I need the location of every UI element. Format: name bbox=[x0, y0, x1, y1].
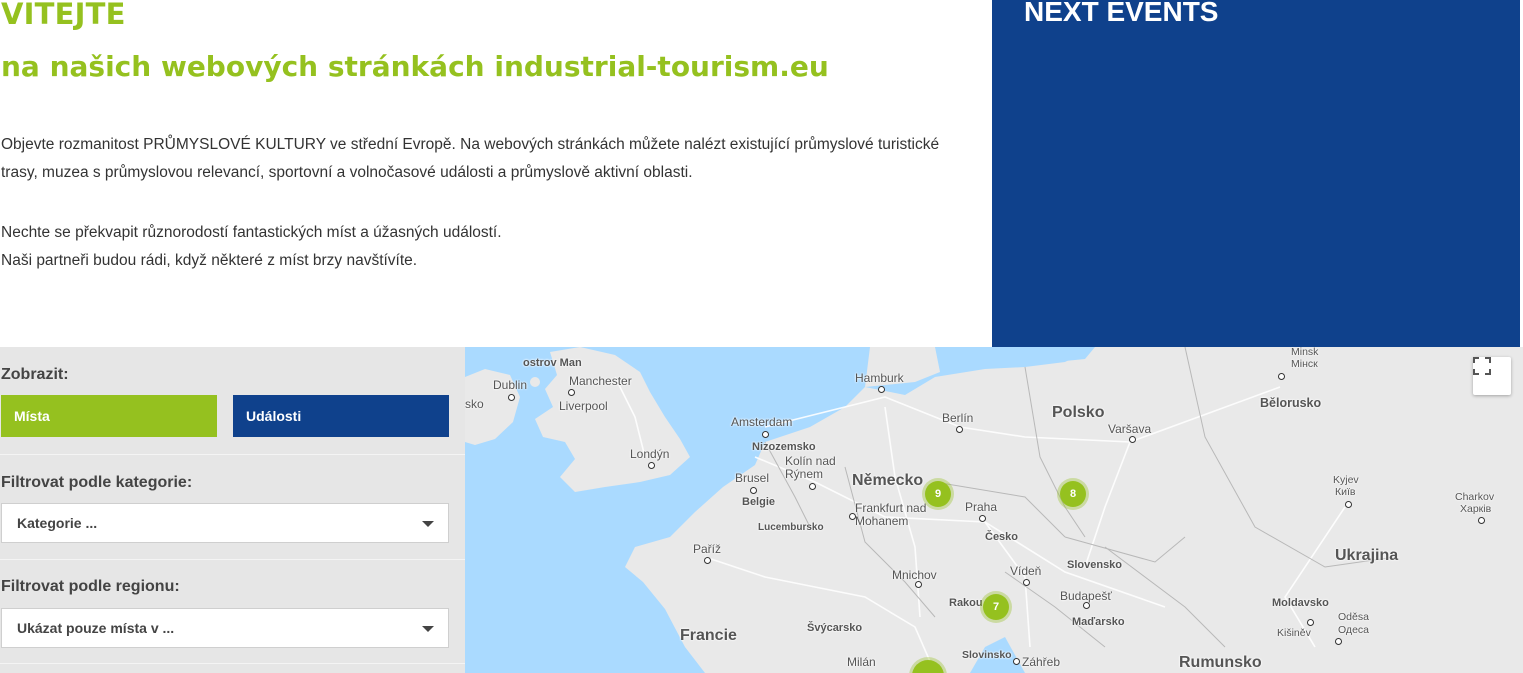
map-label-londyn: Londýn bbox=[630, 447, 670, 461]
events-button[interactable]: Události bbox=[233, 395, 449, 437]
cluster-marker-germany[interactable]: 9 bbox=[925, 481, 951, 507]
city-marker-icon bbox=[1335, 638, 1342, 645]
region-select-value: Ukázat pouze místa v ... bbox=[17, 620, 175, 636]
map-label-viden: Vídeň bbox=[1010, 564, 1042, 578]
map-label-moldavsko: Moldavsko bbox=[1272, 597, 1329, 609]
city-marker-icon bbox=[648, 462, 655, 469]
intro-section: VITEJTE na našich webových stránkách ind… bbox=[0, 0, 990, 347]
fullscreen-button[interactable] bbox=[1473, 357, 1511, 395]
welcome-subtitle: na našich webových stránkách industrial-… bbox=[1, 50, 829, 83]
map-label-belgie: Belgie bbox=[742, 496, 776, 508]
city-marker-icon bbox=[1307, 619, 1314, 626]
category-select[interactable]: Kategorie ... bbox=[1, 503, 449, 543]
map-label-nemecko: Německo bbox=[852, 472, 924, 489]
intro-line-2: Naši partneři budou rádi, když některé z… bbox=[1, 252, 418, 269]
city-marker-icon bbox=[704, 557, 711, 564]
city-marker-icon bbox=[750, 487, 757, 494]
map-label-francie: Francie bbox=[680, 627, 737, 644]
city-marker-icon bbox=[1083, 602, 1090, 609]
map-label-charkov-local: Харків bbox=[1460, 503, 1492, 515]
city-marker-icon bbox=[915, 581, 922, 588]
map-label-lucembursko: Lucembursko bbox=[758, 522, 824, 533]
map-label-hamburk: Hamburk bbox=[855, 371, 904, 385]
map-label-rumunsko: Rumunsko bbox=[1179, 654, 1262, 671]
city-marker-icon bbox=[849, 513, 856, 520]
map-label-milan: Milán bbox=[847, 655, 876, 669]
map-label-slovensko: Slovensko bbox=[1067, 559, 1123, 571]
divider bbox=[0, 663, 465, 664]
map-label-slovinsko: Slovinsko bbox=[962, 649, 1012, 661]
map-label-kolin: Kolín nad Rýnem bbox=[785, 454, 836, 481]
city-marker-icon bbox=[1278, 373, 1285, 380]
intro-line-1: Nechte se překvapit různorodostí fantast… bbox=[1, 224, 502, 241]
map-label-rakousko: Rakou bbox=[949, 597, 983, 609]
map-label-mnichov: Mnichov bbox=[892, 568, 937, 582]
next-events-title: NEXT EVENTS bbox=[1024, 0, 1219, 27]
chevron-down-icon bbox=[422, 521, 434, 527]
map-label-ostrov-man: ostrov Man bbox=[523, 357, 582, 369]
map-label-liverpool: Liverpool bbox=[559, 399, 608, 413]
map-label-kisinev: Kišiněv bbox=[1277, 627, 1311, 639]
category-filter-label: Filtrovat podle kategorie: bbox=[1, 474, 193, 491]
welcome-title: VITEJTE bbox=[1, 0, 126, 31]
map-label-amsterdam: Amsterdam bbox=[731, 415, 793, 429]
city-marker-icon bbox=[979, 515, 986, 522]
cluster-marker-poland[interactable]: 8 bbox=[1060, 481, 1086, 507]
city-marker-icon bbox=[568, 389, 575, 396]
map-label-berlin: Berlín bbox=[942, 411, 974, 425]
city-marker-icon bbox=[1013, 658, 1020, 665]
map-label-kyjev-local: Київ bbox=[1335, 486, 1356, 498]
map-label-manchester: Manchester bbox=[569, 374, 632, 388]
map-label-cesko: Česko bbox=[985, 531, 1019, 543]
map-label-nizozemsko: Nizozemsko bbox=[752, 441, 816, 453]
map-label-belorusko: Bělorusko bbox=[1260, 396, 1322, 410]
intro-paragraph-2: Nechte se překvapit různorodostí fantast… bbox=[1, 219, 961, 275]
map-label-odesa-local: Одеса bbox=[1338, 624, 1369, 636]
city-marker-icon bbox=[809, 483, 816, 490]
map-label-brusel: Brusel bbox=[735, 471, 770, 485]
divider bbox=[0, 454, 465, 455]
city-marker-icon bbox=[956, 426, 963, 433]
map-label-ukrajina: Ukrajina bbox=[1335, 547, 1399, 564]
map-label-zahreb: Záhřeb bbox=[1022, 655, 1061, 669]
fullscreen-icon bbox=[1473, 357, 1491, 375]
divider bbox=[0, 559, 465, 560]
map-label-madarsko: Maďarsko bbox=[1072, 616, 1125, 628]
map-label-polsko: Polsko bbox=[1052, 404, 1105, 421]
region-select[interactable]: Ukázat pouze místa v ... bbox=[1, 608, 449, 648]
show-label: Zobrazit: bbox=[1, 366, 69, 383]
map[interactable]: ostrov Man sko Dublin Manchester Liverpo… bbox=[465, 347, 1523, 673]
map-label-praha: Praha bbox=[965, 500, 998, 514]
map-label-varsava: Varšava bbox=[1108, 422, 1152, 436]
city-marker-icon bbox=[1345, 501, 1352, 508]
map-label-minsk: Minsk bbox=[1291, 347, 1319, 358]
city-marker-icon bbox=[1023, 579, 1030, 586]
map-label-sko: sko bbox=[465, 397, 484, 411]
map-label-charkov: Charkov bbox=[1455, 491, 1495, 503]
next-events-panel: NEXT EVENTS bbox=[992, 0, 1520, 347]
city-marker-icon bbox=[878, 386, 885, 393]
map-label-budapest: Budapešť bbox=[1060, 589, 1112, 603]
city-marker-icon bbox=[1129, 436, 1136, 443]
places-button[interactable]: Místa bbox=[1, 395, 217, 437]
intro-paragraph: Objevte rozmanitost PRŮMYSLOVÉ KULTURY v… bbox=[1, 136, 940, 181]
map-label-svycarsko: Švýcarsko bbox=[807, 622, 863, 634]
city-marker-icon bbox=[508, 394, 515, 401]
map-label-kyjev: Kyjev bbox=[1333, 474, 1359, 486]
city-marker-icon bbox=[1478, 517, 1485, 524]
map-label-odesa: Oděsa bbox=[1338, 611, 1369, 623]
filter-sidebar: Zobrazit: Místa Události Filtrovat podle… bbox=[0, 347, 465, 673]
region-filter-label: Filtrovat podle regionu: bbox=[1, 578, 180, 595]
cluster-marker-austria[interactable]: 7 bbox=[983, 594, 1009, 620]
map-label-dublin: Dublin bbox=[493, 378, 528, 392]
map-label-frankfurt: Frankfurt nad Mohanem bbox=[855, 501, 927, 528]
map-label-pariz: Paříž bbox=[693, 542, 722, 556]
map-label-minsk-local: Мінск bbox=[1291, 358, 1318, 370]
chevron-down-icon bbox=[422, 626, 434, 632]
city-marker-icon bbox=[762, 431, 769, 438]
category-select-value: Kategorie ... bbox=[17, 515, 98, 531]
